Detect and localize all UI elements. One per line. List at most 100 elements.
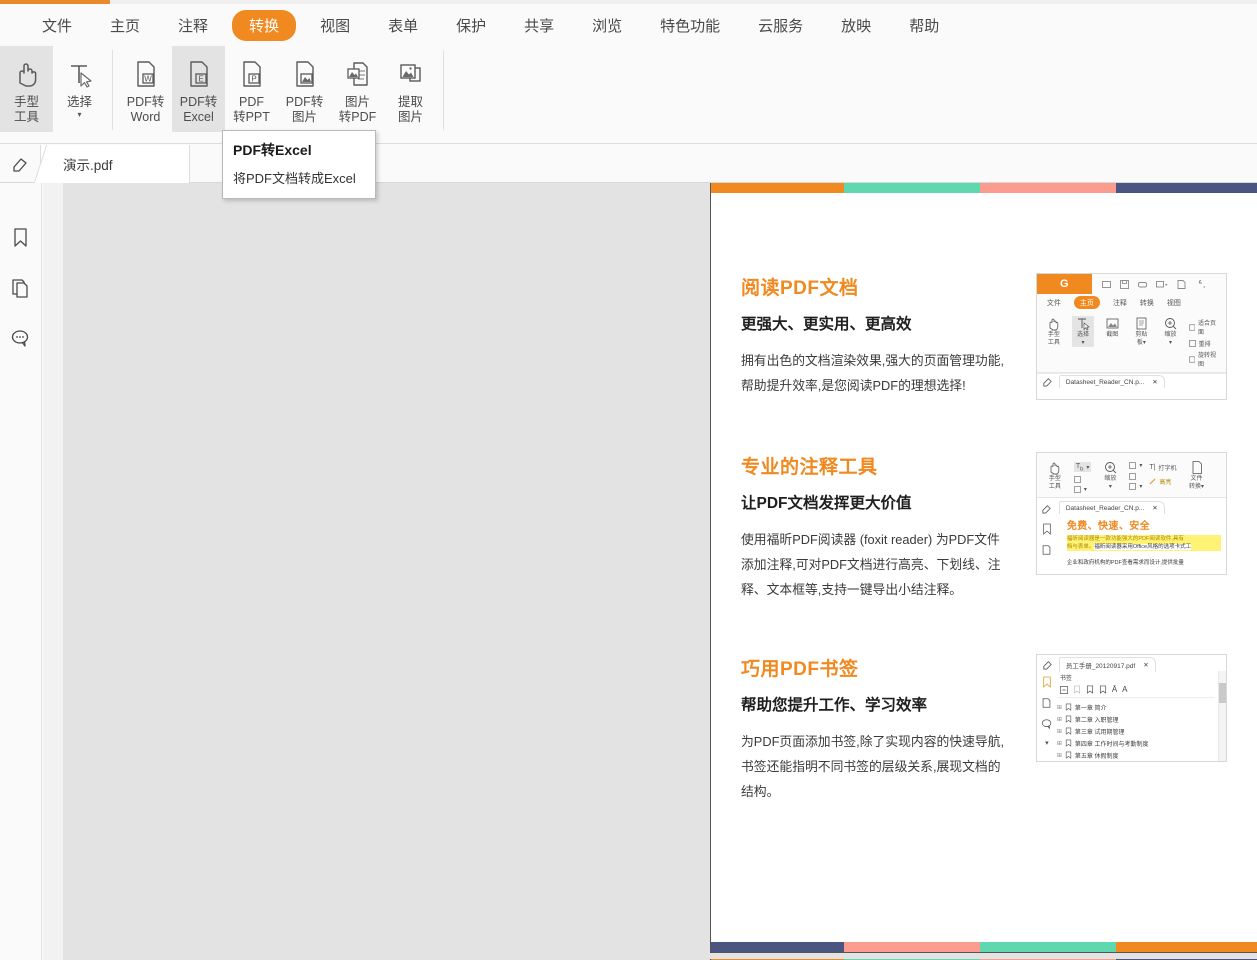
screenshot-reader-home: G 文件主页注释转换视图 [1036,273,1227,400]
open-file-icon [1102,280,1111,289]
menu-item-3[interactable]: 转换 [232,10,296,41]
mini-bookmark-label: 第四章 工作时间与考勤制度 [1075,739,1149,748]
menu-item-10[interactable]: 云服务 [744,10,817,41]
foxit-reader-window: 文件主页注释转换视图表单保护共享浏览特色功能云服务放映帮助 手型工具选择▾WPD… [0,0,1257,960]
expand-icon[interactable]: ⊞ [1057,704,1062,711]
mini-hand-tool: 手型工具 [1043,460,1067,491]
hand-icon [12,53,42,95]
mini-menu-bar: 文件主页注释转换视图 [1037,294,1226,311]
tool-label-line1: PDF转 [119,95,172,110]
image-doc-icon [343,53,373,95]
undo-icon [1195,280,1205,289]
tool-label-line1: 提取 [384,95,437,110]
extract-image[interactable]: 提取图片 [384,46,437,132]
eraser-tool-icon[interactable] [0,154,40,174]
mini-bookmark-label: 第一章 简介 [1075,703,1107,712]
bookmark-icon [1065,727,1072,735]
mini-bookmark-item[interactable]: ⊞第五章 休假制度 [1057,749,1215,761]
expand-icon[interactable]: ⊞ [1057,728,1062,735]
menu-item-12[interactable]: 帮助 [895,10,953,41]
menu-item-8[interactable]: 浏览 [578,10,636,41]
color-bar-0 [711,183,844,193]
mini-comments-icon [1041,718,1053,730]
mini-bookmark-item[interactable]: ⊞第三章 试用期管理 [1057,725,1215,737]
ribbon-toolbar: 手型工具选择▾WPDF转WordEPDF转ExcelPPDF转PPTPDF转图片… [0,46,1257,144]
print-icon [1138,280,1147,289]
image-to-pdf[interactable]: 图片转PDF [331,46,384,132]
mini-snapshot-tool: 截图 [1101,316,1123,340]
tooltip-title: PDF转Excel [233,140,365,160]
section-heading: 阅读PDF文档 [741,273,1008,300]
mini-annot-group2: ▾ ▾ [1129,460,1142,490]
mini-bookmark-item[interactable]: ⊞ 第一章 简介 [1057,701,1215,713]
expand-icon[interactable]: ⊞ [1057,752,1062,759]
pdf-to-image[interactable]: PDF转图片 [278,46,331,132]
mini-tab-row: Datasheet_Reader_CN.p...✕ [1037,373,1226,389]
mini-highlight-1: 福昕阅读器是一款功能强大的PDF阅读软件,具有 [1067,535,1221,543]
tool-label-line2: 转PDF [331,110,384,125]
doc-word-icon: W [131,53,161,95]
section-body: 使用福昕PDF阅读器 (foxit reader) 为PDF文件添加注释,可对P… [741,527,1008,602]
mini-tab-chip: Datasheet_Reader_CN.p...✕ [1059,375,1165,388]
pdf-to-excel[interactable]: EPDF转Excel [172,46,225,132]
pages-panel-icon[interactable] [4,263,38,313]
edit-bookmark-icon [1099,685,1107,694]
menu-item-6[interactable]: 保护 [442,10,500,41]
new-bookmark-icon [1073,685,1081,694]
new-doc-icon [1177,280,1186,289]
menu-item-1[interactable]: 主页 [96,10,154,41]
mini-bookmark-item[interactable]: ⊞第二章 入职管理 [1057,713,1215,725]
color-bar-3 [1116,942,1257,952]
ribbon-separator [112,50,113,130]
menu-item-0[interactable]: 文件 [28,10,86,41]
mini-eraser-icon [1042,659,1053,670]
tool-label-line2: 图片 [278,110,331,125]
tool-label-line2: Excel [172,110,225,125]
mini-zoom-tool: 缩放▾ [1098,460,1122,491]
tooltip-description: 将PDF文档转成Excel [233,168,365,187]
expand-icon[interactable]: ⊞ [1057,740,1062,747]
svg-text:W: W [144,75,152,84]
document-tab-bar: 演示.pdf [0,145,1257,183]
tool-label-line2: 图片 [384,110,437,125]
mini-rail-column [1037,498,1057,574]
side-panel-rail [0,183,42,960]
document-tab[interactable]: 演示.pdf [40,145,190,183]
mini-annot-group3: T|打字机 高亮 [1149,460,1176,486]
doc-image-icon [290,53,320,95]
mini-convert-tool: 文件转换▾ [1184,460,1210,491]
menu-item-11[interactable]: 放映 [827,10,885,41]
menu-item-2[interactable]: 注释 [164,10,222,41]
doc-ppt-icon: P [237,53,267,95]
tool-label-line1: 图片 [331,95,384,110]
mini-pages-icon [1041,544,1052,556]
tool-label-line2: 转PPT [225,110,278,125]
tool-label-line1: PDF转 [172,95,225,110]
tool-label-line1: 选择 [53,95,106,110]
ribbon-separator-end [443,50,444,130]
menu-item-5[interactable]: 表单 [374,10,432,41]
expand-icon[interactable]: ⊞ [1057,716,1062,723]
menu-item-7[interactable]: 共享 [510,10,568,41]
color-bar-3 [1116,183,1257,193]
section-subheading: 帮助您提升工作、学习效率 [741,693,1008,715]
comments-panel-icon[interactable] [4,313,38,363]
hand-tool[interactable]: 手型工具 [0,46,53,132]
pdf-to-ppt[interactable]: PPDF转PPT [225,46,278,132]
screenshot-bookmarks: 员工手册_20120917.pdf✕ ▾ 书签 [1036,654,1227,762]
page-sections: 阅读PDF文档 更强大、更实用、更高效 拥有出色的文档渲染效果,强大的页面管理功… [711,193,1257,804]
pdf-to-word[interactable]: WPDF转Word [119,46,172,132]
mini-panel-title: 书签 [1057,671,1215,684]
mini-doc-heading: 免费、快速、安全 [1067,517,1221,532]
mini-bookmark-item[interactable]: ⊞ 第四章 工作时间与考勤制度 [1057,737,1215,749]
color-bar-1 [844,942,980,952]
menu-item-4[interactable]: 视图 [306,10,364,41]
menu-item-9[interactable]: 特色功能 [646,10,734,41]
quick-access-toolbar [1092,274,1226,294]
select-tool[interactable]: 选择▾ [53,46,106,132]
bookmark-panel-icon[interactable] [4,213,38,263]
pdf-viewer-canvas[interactable]: 阅读PDF文档 更强大、更实用、更高效 拥有出色的文档渲染效果,强大的页面管理功… [43,183,1257,960]
dropdown-caret-icon[interactable]: ▾ [77,110,81,119]
tool-label-line2: 工具 [0,110,53,125]
bookmark-icon [1065,751,1072,759]
